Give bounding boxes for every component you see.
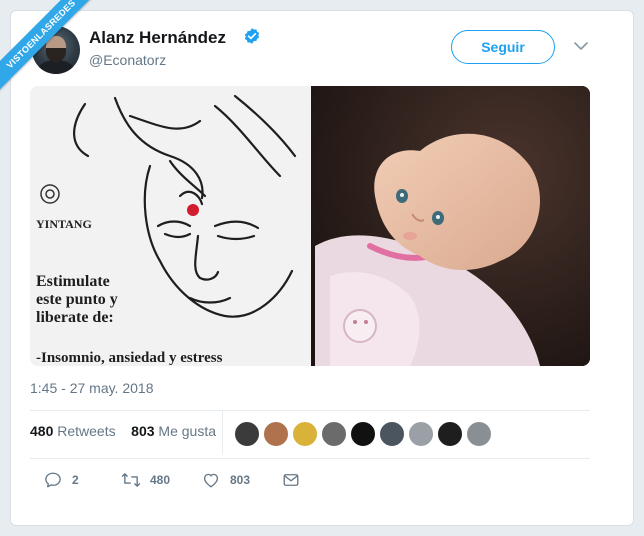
- reply-icon: [45, 472, 61, 488]
- reply-button[interactable]: 2: [44, 470, 84, 490]
- tweet-stats: 480 Retweets 803 Me gusta: [30, 423, 216, 439]
- liker-avatar[interactable]: [292, 421, 318, 447]
- reply-count: 2: [72, 473, 79, 487]
- tweet-media[interactable]: YINTANG Estimulate este punto y liberate…: [30, 86, 590, 366]
- retweet-count: 480: [150, 473, 171, 487]
- liker-avatar[interactable]: [321, 421, 347, 447]
- dm-icon: [283, 474, 299, 486]
- tweet-timestamp[interactable]: 1:45 - 27 may. 2018: [30, 380, 153, 396]
- caption-line-3: liberate de:: [36, 309, 114, 326]
- retweet-button[interactable]: 480: [121, 470, 181, 490]
- media-illustration: YINTANG Estimulate este punto y liberate…: [30, 86, 590, 366]
- liker-avatar[interactable]: [408, 421, 434, 447]
- liker-avatar[interactable]: [437, 421, 463, 447]
- liker-avatar[interactable]: [263, 421, 289, 447]
- liker-avatar[interactable]: [234, 421, 260, 447]
- caption-line-1: Estimulate: [36, 273, 110, 290]
- yintang-label: YINTANG: [36, 217, 92, 231]
- like-count: 803: [230, 473, 251, 487]
- dm-button[interactable]: [282, 470, 306, 490]
- likes-stat[interactable]: 803 Me gusta: [131, 423, 216, 439]
- liker-avatar[interactable]: [379, 421, 405, 447]
- liker-avatar[interactable]: [466, 421, 492, 447]
- divider-bottom: [30, 458, 590, 459]
- like-button[interactable]: 803: [202, 470, 262, 490]
- author-name[interactable]: Alanz Hernández: [89, 28, 226, 48]
- liker-avatar[interactable]: [350, 421, 376, 447]
- like-icon: [203, 473, 219, 488]
- caption-line-4: -Insomnio, ansiedad y estress: [36, 350, 223, 366]
- verified-icon: [244, 28, 260, 44]
- chevron-down-icon[interactable]: [574, 41, 588, 51]
- caption-line-2: este punto y: [36, 291, 118, 308]
- retweet-icon: [121, 473, 141, 487]
- retweets-stat[interactable]: 480 Retweets: [30, 423, 116, 439]
- follow-button[interactable]: Seguir: [451, 30, 555, 64]
- stats-separator: [222, 411, 223, 455]
- divider-top: [30, 410, 590, 411]
- author-handle[interactable]: @Econatorz: [89, 52, 166, 68]
